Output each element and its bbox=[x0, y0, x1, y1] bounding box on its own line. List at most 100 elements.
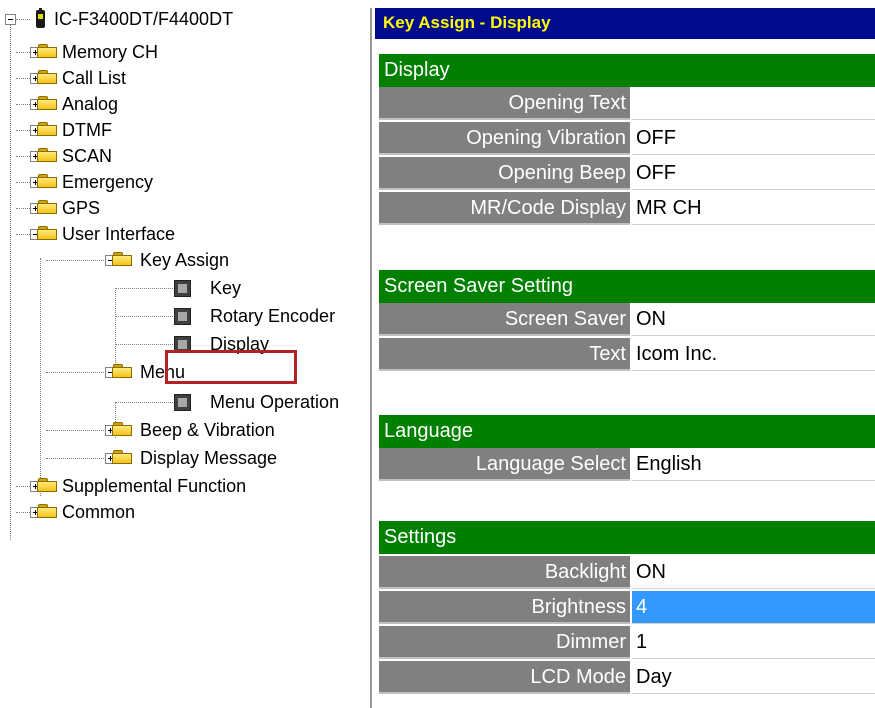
setting-row-opening-text[interactable]: Opening Text bbox=[379, 87, 875, 120]
folder-open-icon bbox=[112, 364, 133, 379]
tree-item-scan[interactable]: SCAN bbox=[62, 145, 112, 167]
tree-item-beep-vibration[interactable]: Beep & Vibration bbox=[140, 419, 275, 441]
setting-value-selected[interactable]: 4 bbox=[632, 591, 875, 624]
setting-label: MR/Code Display bbox=[379, 192, 630, 225]
tree-connector bbox=[46, 430, 106, 431]
setting-value[interactable]: ON bbox=[632, 556, 875, 589]
top-strip bbox=[0, 0, 875, 8]
setting-row-screen-saver[interactable]: Screen Saver ON bbox=[379, 303, 875, 336]
tree-item-label: Rotary Encoder bbox=[210, 306, 336, 326]
setting-label: Backlight bbox=[379, 556, 630, 589]
tree-connector bbox=[16, 19, 30, 20]
tree-item-call-list[interactable]: Call List bbox=[62, 67, 126, 89]
tree-connector bbox=[10, 24, 11, 540]
tree-connector bbox=[115, 402, 173, 403]
tree-item-user-interface[interactable]: User Interface bbox=[62, 223, 175, 245]
section-header-screen-saver: Screen Saver Setting bbox=[379, 270, 875, 303]
setting-value[interactable]: 1 bbox=[632, 626, 875, 659]
folder-icon bbox=[37, 174, 58, 189]
setting-row-mr-code-display[interactable]: MR/Code Display MR CH bbox=[379, 192, 875, 225]
radio-icon bbox=[36, 8, 45, 28]
tree-item-emergency[interactable]: Emergency bbox=[62, 171, 153, 193]
setting-label: Opening Vibration bbox=[379, 122, 630, 155]
tree-item-dtmf[interactable]: DTMF bbox=[62, 119, 112, 141]
setting-label: Brightness bbox=[379, 591, 630, 624]
tree-item-label: Emergency bbox=[62, 172, 154, 192]
folder-icon bbox=[37, 44, 58, 59]
setting-value[interactable] bbox=[632, 87, 875, 120]
tree-item-label: DTMF bbox=[62, 120, 112, 140]
tree-item-label: Display Message bbox=[140, 448, 278, 468]
tree-item-label: Common bbox=[62, 502, 136, 522]
folder-icon bbox=[37, 148, 58, 163]
tree-item-label: Key Assign bbox=[140, 250, 230, 270]
tree-item-label: GPS bbox=[62, 198, 101, 218]
tree-item-label: Call List bbox=[62, 68, 127, 88]
tree-item-label: Analog bbox=[62, 94, 119, 114]
setting-label: Text bbox=[379, 338, 630, 371]
tree-item-key-assign[interactable]: Key Assign bbox=[140, 249, 229, 271]
tree-connector bbox=[46, 372, 106, 373]
tree-item-label: User Interface bbox=[62, 224, 176, 244]
tree-connector bbox=[46, 458, 106, 459]
tree-connector bbox=[115, 288, 116, 373]
tree-item-label: Supplemental Function bbox=[62, 476, 247, 496]
setting-value[interactable]: ON bbox=[632, 303, 875, 336]
tree-root-label: IC-F3400DT/F4400DT bbox=[54, 9, 234, 29]
setting-label: Opening Text bbox=[379, 87, 630, 120]
tree-item-supplemental-function[interactable]: Supplemental Function bbox=[62, 475, 246, 497]
section-header-language: Language bbox=[379, 415, 875, 448]
tree-connector bbox=[46, 260, 106, 261]
setting-value[interactable]: English bbox=[632, 448, 875, 481]
setting-label: Screen Saver bbox=[379, 303, 630, 336]
tree-item-common[interactable]: Common bbox=[62, 501, 135, 523]
tree-item-menu-operation[interactable]: Menu Operation bbox=[210, 391, 339, 413]
setting-row-opening-vibration[interactable]: Opening Vibration OFF bbox=[379, 122, 875, 155]
setting-row-brightness[interactable]: Brightness 4 bbox=[379, 591, 875, 624]
settings-panel: Key Assign - Display Display Opening Tex… bbox=[375, 8, 875, 708]
tree-item-label: Beep & Vibration bbox=[140, 420, 275, 440]
tree-item-label: SCAN bbox=[62, 146, 113, 166]
tree-item-label: Menu Operation bbox=[210, 392, 340, 412]
tree-item-key[interactable]: Key bbox=[210, 277, 241, 299]
setting-row-backlight[interactable]: Backlight ON bbox=[379, 556, 875, 589]
setting-value[interactable]: MR CH bbox=[632, 192, 875, 225]
tree-connector bbox=[115, 344, 173, 345]
setting-value[interactable]: OFF bbox=[632, 157, 875, 190]
settings-tree[interactable]: IC-F3400DT/F4400DT Memory CH Call List A… bbox=[0, 8, 372, 708]
tree-item-analog[interactable]: Analog bbox=[62, 93, 118, 115]
folder-icon bbox=[37, 70, 58, 85]
folder-icon bbox=[37, 96, 58, 111]
folder-icon bbox=[112, 450, 133, 465]
folder-icon bbox=[37, 200, 58, 215]
setting-row-opening-beep[interactable]: Opening Beep OFF bbox=[379, 157, 875, 190]
collapse-toggle[interactable] bbox=[5, 14, 16, 25]
setting-label: Language Select bbox=[379, 448, 630, 481]
tree-root[interactable]: IC-F3400DT/F4400DT bbox=[54, 8, 233, 30]
setting-row-language-select[interactable]: Language Select English bbox=[379, 448, 875, 481]
setting-label: Dimmer bbox=[379, 626, 630, 659]
page-icon bbox=[174, 280, 191, 297]
tree-item-rotary-encoder[interactable]: Rotary Encoder bbox=[210, 305, 335, 327]
panel-title-bar: Key Assign - Display bbox=[375, 8, 875, 39]
tree-item-label: Memory CH bbox=[62, 42, 159, 62]
setting-value[interactable]: OFF bbox=[632, 122, 875, 155]
folder-icon bbox=[37, 478, 58, 493]
section-header-settings: Settings bbox=[379, 521, 875, 554]
setting-row-dimmer[interactable]: Dimmer 1 bbox=[379, 626, 875, 659]
folder-icon bbox=[37, 122, 58, 137]
tree-connector bbox=[115, 288, 173, 289]
tree-connector bbox=[40, 258, 41, 496]
folder-open-icon bbox=[37, 226, 58, 241]
setting-value[interactable]: Icom Inc. bbox=[632, 338, 875, 371]
setting-row-text[interactable]: Text Icom Inc. bbox=[379, 338, 875, 371]
section-header-display: Display bbox=[379, 54, 875, 87]
setting-value[interactable]: Day bbox=[632, 661, 875, 694]
tree-item-display-message[interactable]: Display Message bbox=[140, 447, 277, 469]
folder-open-icon bbox=[112, 252, 133, 267]
highlight-annotation bbox=[165, 350, 297, 384]
tree-item-memory-ch[interactable]: Memory CH bbox=[62, 41, 158, 63]
setting-row-lcd-mode[interactable]: LCD Mode Day bbox=[379, 661, 875, 694]
setting-label: LCD Mode bbox=[379, 661, 630, 694]
tree-item-gps[interactable]: GPS bbox=[62, 197, 100, 219]
